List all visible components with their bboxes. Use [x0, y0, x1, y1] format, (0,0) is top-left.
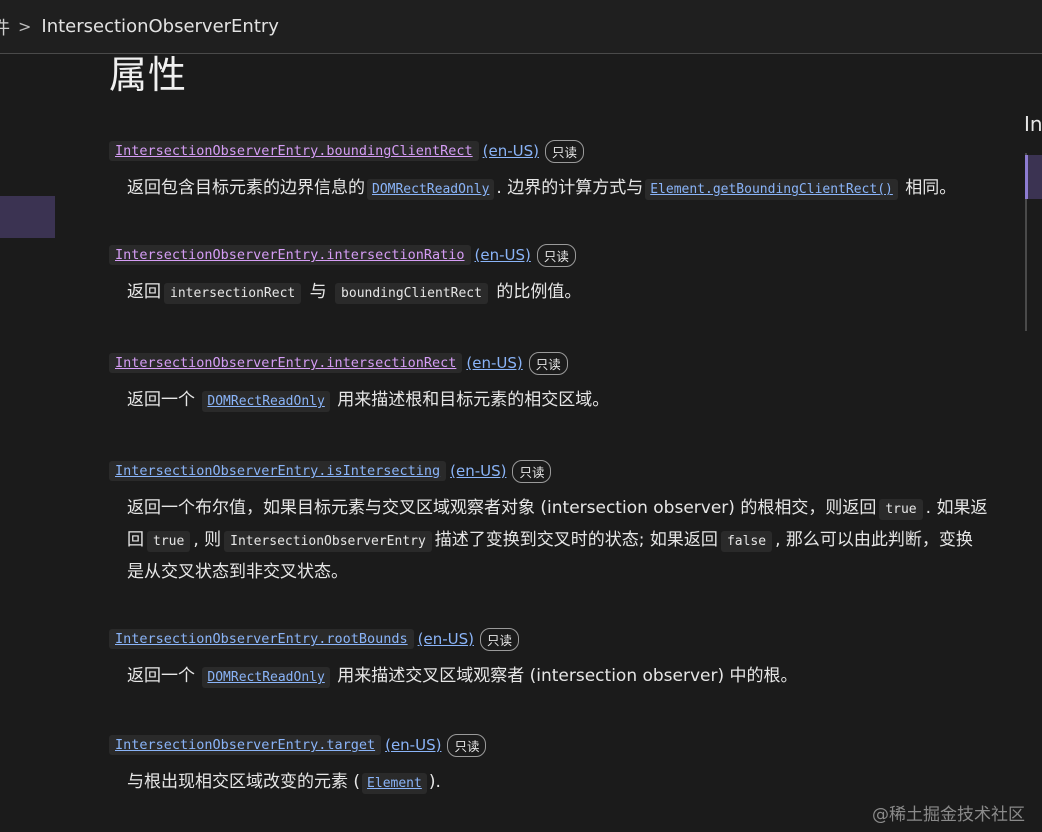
property-item: IntersectionObserverEntry.intersectionRa… — [109, 241, 989, 309]
dom-rect-link[interactable]: DOMRectReadOnly — [202, 667, 330, 688]
property-item: IntersectionObserverEntry.intersectionRe… — [109, 349, 989, 417]
toc-heading: In — [1024, 112, 1042, 136]
property-term: IntersectionObserverEntry.intersectionRa… — [109, 241, 989, 269]
read-only-badge: 只读 — [479, 627, 519, 651]
inline-code: IntersectionObserverEntry — [224, 531, 432, 552]
read-only-badge: 只读 — [512, 459, 552, 483]
inline-code: intersectionRect — [164, 283, 302, 304]
breadcrumb-prev[interactable]: 件 — [0, 14, 10, 40]
dom-rect-link[interactable]: DOMRectReadOnly — [367, 179, 495, 200]
property-item: IntersectionObserverEntry.isIntersecting… — [109, 457, 989, 587]
locale-link[interactable]: (en-US) — [385, 736, 441, 754]
read-only-badge: 只读 — [544, 139, 584, 163]
get-bounding-client-rect-link[interactable]: Element.getBoundingClientRect() — [645, 179, 898, 200]
property-term: IntersectionObserverEntry.target (en-US)… — [109, 731, 989, 759]
property-item: IntersectionObserverEntry.target (en-US)… — [109, 731, 989, 799]
dom-rect-link[interactable]: DOMRectReadOnly — [202, 391, 330, 412]
property-link[interactable]: IntersectionObserverEntry.rootBounds — [109, 629, 414, 649]
locale-link[interactable]: (en-US) — [475, 246, 531, 264]
property-description: 返回包含目标元素的边界信息的 DOMRectReadOnly. 边界的计算方式与 E… — [127, 178, 957, 200]
property-description: 返回一个 DOMRectReadOnly 用来描述根和目标元素的相交区域。 — [127, 390, 610, 412]
read-only-badge: 只读 — [447, 733, 487, 757]
property-description: 返回 intersectionRect 与 boundingClientRect … — [127, 282, 582, 304]
property-description: 返回一个 DOMRectReadOnly 用来描述交叉区域观察者 (inters… — [127, 666, 798, 688]
read-only-badge: 只读 — [528, 351, 568, 375]
inline-code: true — [147, 531, 191, 552]
property-term: IntersectionObserverEntry.boundingClient… — [109, 137, 989, 165]
locale-link[interactable]: (en-US) — [450, 462, 506, 480]
chevron-right-icon: > — [18, 17, 32, 36]
property-description: 返回一个布尔值，如果目标元素与交叉区域观察者对象 (intersection o… — [127, 498, 988, 582]
watermark: @稀土掘金技术社区 — [872, 805, 1025, 825]
property-term: IntersectionObserverEntry.rootBounds (en… — [109, 625, 989, 653]
inline-code: boundingClientRect — [335, 283, 488, 304]
property-term: IntersectionObserverEntry.isIntersecting… — [109, 457, 989, 485]
property-link[interactable]: IntersectionObserverEntry.intersectionRe… — [109, 353, 463, 373]
property-link[interactable]: IntersectionObserverEntry.target — [109, 735, 382, 755]
property-term: IntersectionObserverEntry.intersectionRe… — [109, 349, 989, 377]
property-item: IntersectionObserverEntry.rootBounds (en… — [109, 625, 989, 693]
element-link[interactable]: Element — [362, 773, 427, 794]
property-description: 与根出现相交区域改变的元素 (Element). — [127, 772, 441, 794]
property-link[interactable]: IntersectionObserverEntry.isIntersecting — [109, 461, 447, 481]
sidebar-active-item[interactable] — [0, 196, 55, 238]
locale-link[interactable]: (en-US) — [466, 354, 522, 372]
toc-active-item[interactable] — [1025, 155, 1042, 199]
locale-link[interactable]: (en-US) — [418, 630, 474, 648]
read-only-badge: 只读 — [536, 243, 576, 267]
property-link[interactable]: IntersectionObserverEntry.boundingClient… — [109, 141, 479, 161]
property-link[interactable]: IntersectionObserverEntry.intersectionRa… — [109, 245, 471, 265]
inline-code: true — [879, 499, 923, 520]
main-content: 属性 IntersectionObserverEntry.boundingCli… — [109, 44, 989, 799]
property-item: IntersectionObserverEntry.boundingClient… — [109, 137, 989, 205]
breadcrumb-current: IntersectionObserverEntry — [41, 16, 279, 37]
section-title: 属性 — [109, 53, 188, 97]
inline-code: false — [720, 531, 773, 552]
locale-link[interactable]: (en-US) — [483, 142, 539, 160]
